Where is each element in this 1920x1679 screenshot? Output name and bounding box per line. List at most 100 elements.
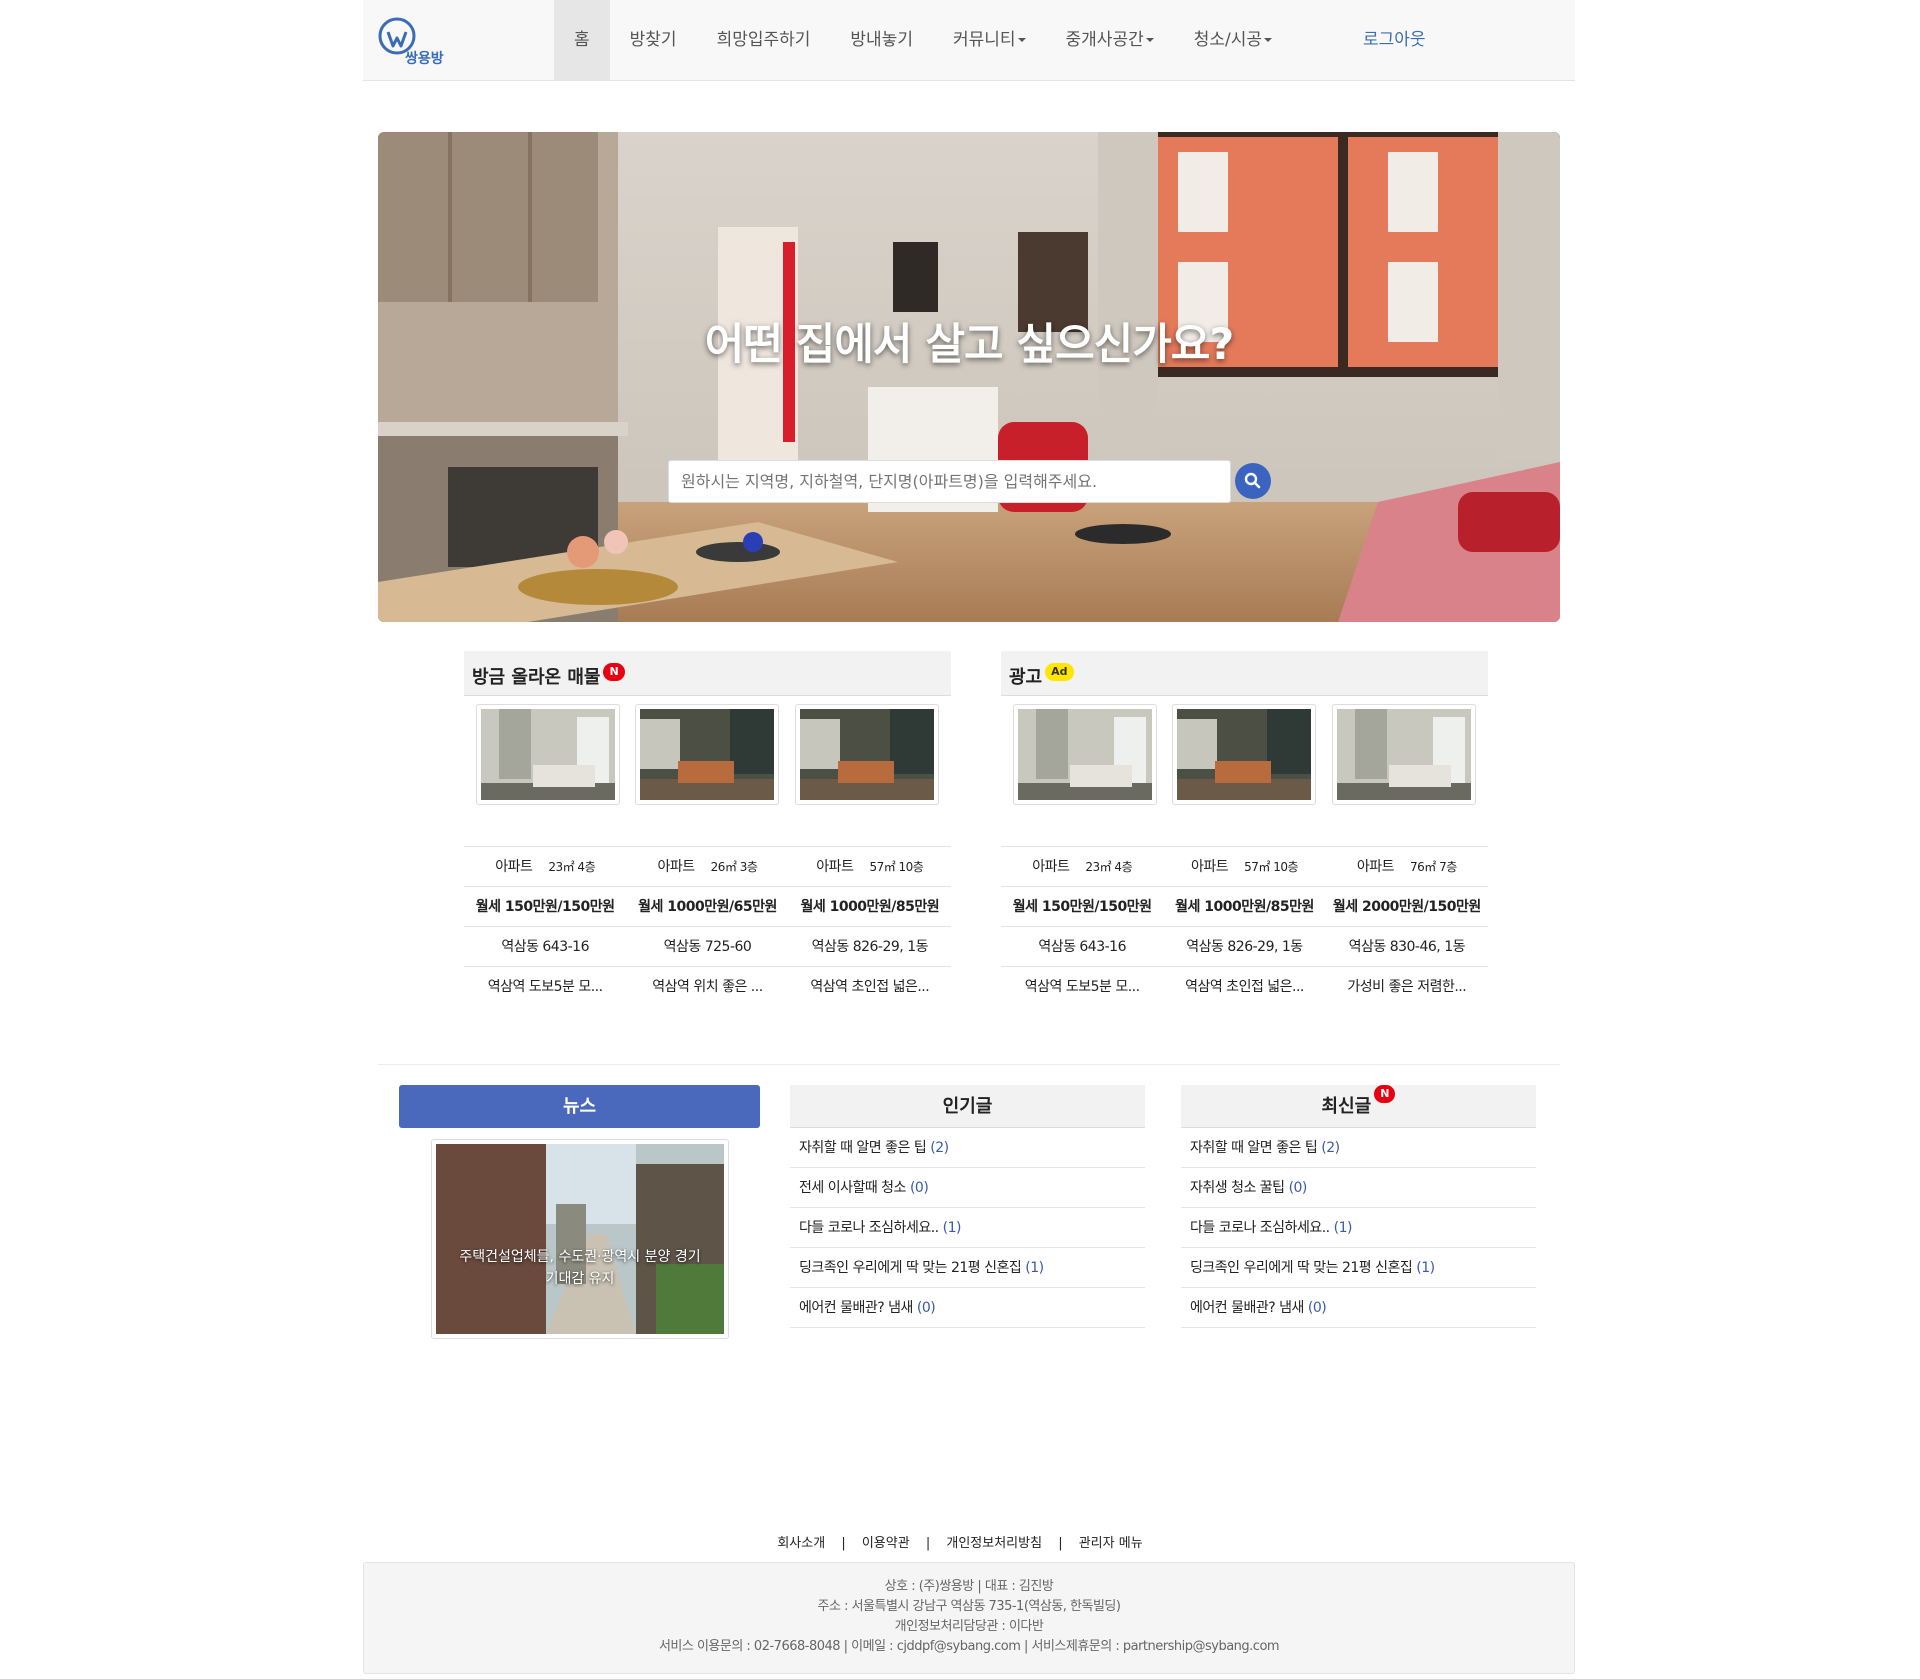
- footer-separator: |: [925, 1536, 931, 1551]
- footer-address-line: 주소 : 서울특별시 강남구 역삼동 735-1(역삼동, 한독빌딩): [817, 1599, 1121, 1614]
- room-photo-bright: [1017, 709, 1152, 800]
- post-item[interactable]: 전세 이사할때 청소 (0): [790, 1168, 1145, 1208]
- listing-type: 아파트 23㎡ 4층: [495, 859, 596, 875]
- footer-company-line: 상호 : (주)쌍용방 | 대표 : 김진방: [884, 1579, 1054, 1594]
- room-photo-bright: [1337, 709, 1472, 800]
- footer-link-admin[interactable]: 관리자 메뉴: [1079, 1536, 1143, 1551]
- footer-link-terms[interactable]: 이용약관: [862, 1536, 910, 1551]
- post-item[interactable]: 자취생 청소 꿀팁 (0): [1181, 1168, 1536, 1208]
- footer-info: 상호 : (주)쌍용방 | 대표 : 김진방 주소 : 서울특별시 강남구 역삼…: [363, 1562, 1575, 1674]
- caret-down-icon: [1264, 38, 1273, 42]
- nav-item-label: 청소/시공: [1193, 30, 1263, 50]
- post-item[interactable]: 다들 코로나 조심하세요.. (1): [790, 1208, 1145, 1248]
- nav-item-community[interactable]: 커뮤니티: [933, 0, 1046, 80]
- board-title: 인기글: [790, 1085, 1145, 1128]
- nav-item-label: 방내놓기: [850, 30, 913, 50]
- listing-type: 아파트 26㎡ 3층: [657, 859, 758, 875]
- footer-separator: |: [841, 1536, 846, 1551]
- logo[interactable]: 쌍용방: [377, 14, 457, 70]
- nav-item-label: 커뮤니티: [952, 30, 1016, 50]
- footer-contact-line: 서비스 이용문의 : 02-7668-8048 | 이메일 : cjddpf@s…: [658, 1639, 1280, 1654]
- listing-description[interactable]: 역삼역 도보5분 모...: [464, 967, 626, 1006]
- listing-address: 역삼동 725-60: [663, 939, 752, 955]
- listing-price[interactable]: 월세 150만원/150만원: [464, 887, 626, 926]
- post-item[interactable]: 자취할 때 알면 좋은 팁 (2): [1181, 1128, 1536, 1168]
- post-item[interactable]: 에어컨 물배관? 냄새 (0): [1181, 1288, 1536, 1328]
- listing-price[interactable]: 월세 1000만원/65만원: [626, 887, 788, 926]
- search-button[interactable]: [1235, 463, 1271, 499]
- listing-type-row: 아파트 23㎡ 4층 아파트 57㎡ 10층 아파트 76㎡ 7층: [1001, 846, 1488, 886]
- listing-price[interactable]: 월세 150만원/150만원: [1001, 887, 1163, 926]
- listing-address-row: 역삼동 643-16 역삼동 725-60 역삼동 826-29, 1동: [464, 926, 951, 966]
- caret-down-icon: [1017, 38, 1026, 42]
- panel-title: 방금 올라온 매물: [472, 667, 601, 688]
- listing-thumbnail[interactable]: [1012, 704, 1157, 805]
- listing-type: 아파트 76㎡ 7층: [1356, 859, 1457, 875]
- panel-header: 광고 Ad: [1001, 651, 1488, 696]
- panel-header: 방금 올라온 매물 N: [464, 651, 951, 696]
- news-header-button[interactable]: 뉴스: [399, 1085, 760, 1128]
- hero-headline: 어떤 집에서 살고 싶으신가요?: [704, 320, 1235, 370]
- listing-price-row: 월세 150만원/150만원 월세 1000만원/85만원 월세 2000만원/…: [1001, 886, 1488, 926]
- logo-text: 쌍용방: [405, 51, 444, 67]
- nav-item-list-room[interactable]: 방내놓기: [830, 0, 933, 80]
- listing-address: 역삼동 643-16: [501, 939, 589, 955]
- listing-thumbnail[interactable]: [1172, 704, 1317, 805]
- listing-thumbnail[interactable]: [1332, 704, 1477, 805]
- nav-item-home[interactable]: 홈: [554, 0, 610, 80]
- listing-address: 역삼동 643-16: [1038, 939, 1126, 955]
- nav-item-label: 방찾기: [629, 30, 677, 50]
- listing-description[interactable]: 역삼역 초인접 넓은...: [1163, 967, 1325, 1006]
- listing-thumbnail[interactable]: [475, 704, 620, 805]
- listing-price[interactable]: 월세 1000만원/85만원: [789, 887, 951, 926]
- listing-desc-row: 역삼역 도보5분 모... 역삼역 위치 좋은 ... 역삼역 초인접 넓은..…: [464, 966, 951, 1006]
- nav-item-find-room[interactable]: 방찾기: [610, 0, 697, 80]
- nav-item-broker-space[interactable]: 중개사공간: [1046, 0, 1174, 80]
- listing-thumbnail[interactable]: [795, 704, 940, 805]
- search-icon: [1244, 472, 1261, 489]
- listing-thumbnails: [464, 696, 951, 846]
- footer-link-about[interactable]: 회사소개: [777, 1536, 825, 1551]
- recent-listings-panel: 방금 올라온 매물 N 아파트 23㎡ 4층 아파트 26㎡ 3층 아파트 57㎡ 10…: [464, 651, 951, 1006]
- nav-item-label: 홈: [574, 30, 590, 50]
- post-item[interactable]: 에어컨 물배관? 냄새 (0): [790, 1288, 1145, 1328]
- listing-description[interactable]: 가성비 좋은 저렴한...: [1326, 967, 1488, 1006]
- post-item[interactable]: 다들 코로나 조심하세요.. (1): [1181, 1208, 1536, 1248]
- footer-privacy-officer-line: 개인정보처리담당관 : 이다반: [894, 1619, 1044, 1634]
- post-item[interactable]: 딩크족인 우리에게 딱 맞는 21평 신혼집 (1): [1181, 1248, 1536, 1288]
- listing-desc-row: 역삼역 도보5분 모... 역삼역 초인접 넓은... 가성비 좋은 저렴한..…: [1001, 966, 1488, 1006]
- board-title: 최신글: [1321, 1096, 1372, 1117]
- new-badge: N: [1374, 1085, 1396, 1103]
- section-divider: [378, 1064, 1560, 1065]
- board-header: 최신글N: [1181, 1085, 1536, 1128]
- listing-thumbnail[interactable]: [635, 704, 780, 805]
- hero-banner: 어떤 집에서 살고 싶으신가요?: [378, 132, 1560, 622]
- listing-description[interactable]: 역삼역 도보5분 모...: [1001, 967, 1163, 1006]
- nav-item-label: 중개사공간: [1065, 30, 1144, 50]
- nav-item-wish-move[interactable]: 희망입주하기: [697, 0, 831, 80]
- caret-down-icon: [1145, 38, 1154, 42]
- post-item[interactable]: 자취할 때 알면 좋은 팁 (2): [790, 1128, 1145, 1168]
- post-item[interactable]: 딩크족인 우리에게 딱 맞는 21평 신혼집 (1): [790, 1248, 1145, 1288]
- listing-type: 아파트 23㎡ 4층: [1032, 859, 1133, 875]
- latest-posts-board: 최신글N 자취할 때 알면 좋은 팁 (2) 자취생 청소 꿀팁 (0) 다들 코로…: [1181, 1085, 1536, 1328]
- top-navbar: 쌍용방 홈 방찾기 희망입주하기 방내놓기 커뮤니티 중개사공간 청소/시공 로…: [363, 0, 1575, 81]
- listing-thumbnails: [1001, 696, 1488, 846]
- listing-address: 역삼동 826-29, 1동: [1186, 939, 1303, 955]
- news-alley-photo: [436, 1144, 724, 1334]
- listing-address: 역삼동 830-46, 1동: [1348, 939, 1466, 955]
- search-input[interactable]: [668, 460, 1231, 503]
- room-photo-dark: [1177, 709, 1312, 800]
- listing-description[interactable]: 역삼역 위치 좋은 ...: [626, 967, 788, 1006]
- news-card[interactable]: 주택건설업체들, 수도권·광역시 분양 경기 기대감 유지: [431, 1139, 729, 1339]
- nav-item-cleaning[interactable]: 청소/시공: [1174, 0, 1292, 80]
- room-photo-dark: [800, 709, 935, 800]
- nav-menu: 홈 방찾기 희망입주하기 방내놓기 커뮤니티 중개사공간 청소/시공: [554, 0, 1292, 80]
- footer-link-privacy[interactable]: 개인정보처리방침: [946, 1536, 1042, 1551]
- logout-link[interactable]: 로그아웃: [1363, 0, 1426, 80]
- listing-price[interactable]: 월세 2000만원/150만원: [1326, 887, 1488, 926]
- listing-address-row: 역삼동 643-16 역삼동 826-29, 1동 역삼동 830-46, 1동: [1001, 926, 1488, 966]
- listing-description[interactable]: 역삼역 초인접 넓은...: [789, 967, 951, 1006]
- listing-price[interactable]: 월세 1000만원/85만원: [1163, 887, 1325, 926]
- ad-listings-panel: 광고 Ad 아파트 23㎡ 4층 아파트 57㎡ 10층 아파트 76㎡ 7층 월세 1…: [1001, 651, 1488, 1006]
